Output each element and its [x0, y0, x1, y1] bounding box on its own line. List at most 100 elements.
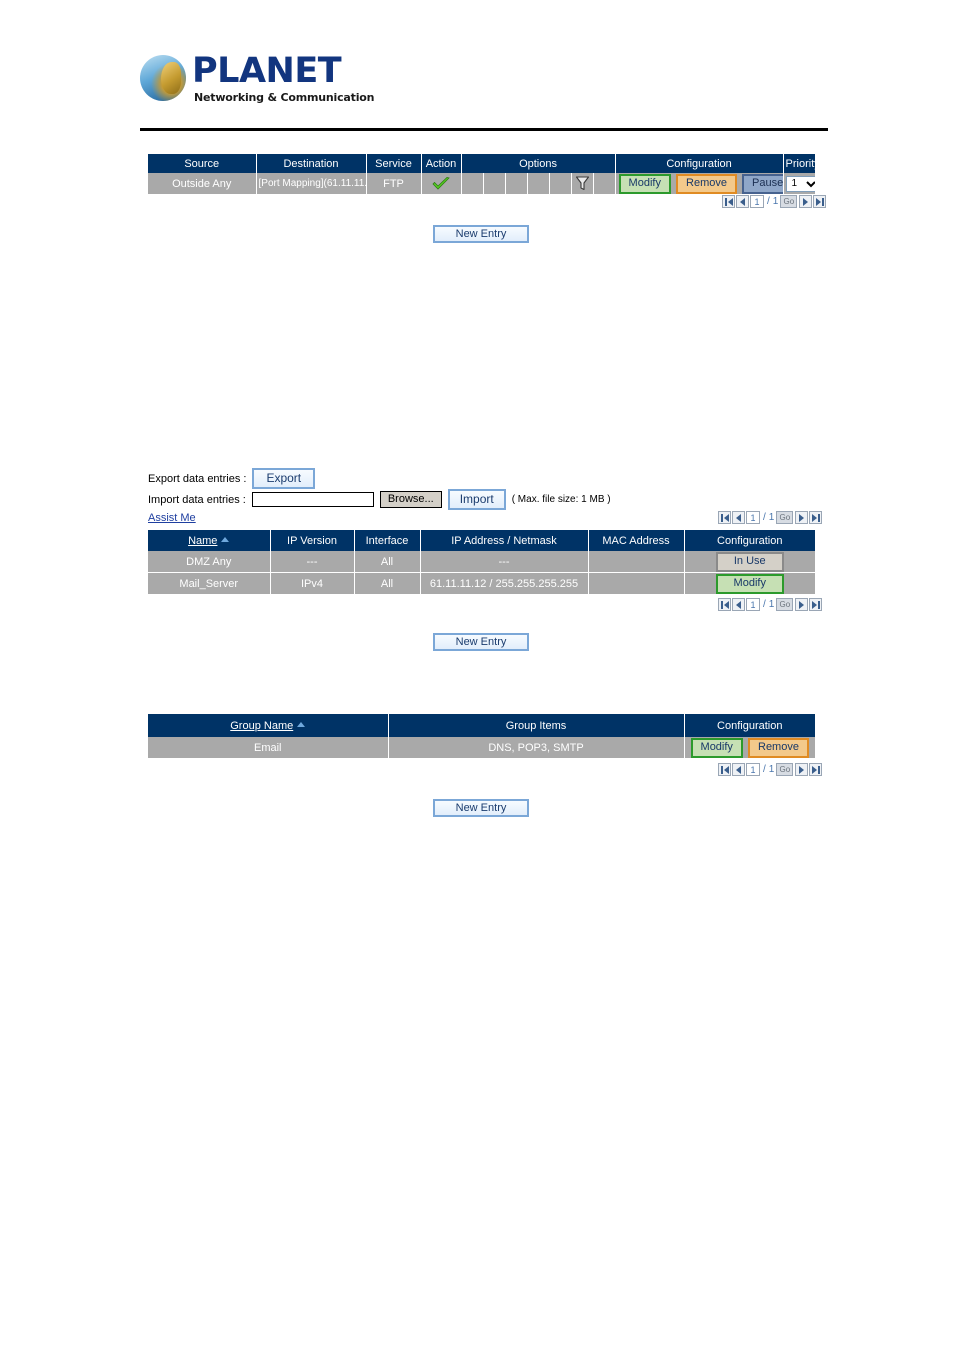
new-entry-button-policy[interactable]: New Entry [433, 225, 529, 243]
address-table-bottom-pager[interactable]: / 1 Go [718, 598, 823, 611]
address-cell-ip-version: IPv4 [270, 572, 355, 595]
new-entry-button-group[interactable]: New Entry [433, 799, 529, 817]
page-number-input[interactable] [746, 598, 760, 611]
import-label: Import data entries : [148, 493, 246, 506]
policy-table-pager[interactable]: / 1 Go [722, 195, 827, 208]
modify-button[interactable]: Modify [715, 573, 784, 594]
import-row: Import data entries : Browse... Import (… [148, 489, 611, 510]
next-page-button[interactable] [799, 195, 813, 208]
new-entry-button-address[interactable]: New Entry [433, 633, 529, 651]
address-header-interface: Interface [354, 530, 421, 551]
page-separator: / [763, 512, 766, 523]
in-use-button[interactable]: In Use [715, 551, 784, 572]
modify-button[interactable]: Modify [690, 737, 743, 758]
policy-option-cell-4 [527, 173, 550, 195]
group-table-pager[interactable]: / 1 Go [718, 763, 823, 776]
table-row: Mail_Server IPv4 All 61.11.11.12 / 255.2… [148, 572, 815, 595]
address-cell-ip-netmask: 61.11.11.12 / 255.255.255.255 [420, 572, 589, 595]
group-header-group-items: Group Items [388, 714, 685, 737]
group-table-header-row: Group Name Group Items Configuration [148, 714, 815, 737]
go-button[interactable]: Go [776, 511, 794, 524]
policy-header-configuration: Configuration [615, 154, 784, 173]
go-button[interactable]: Go [776, 763, 794, 776]
first-page-button[interactable] [722, 195, 735, 208]
address-cell-ip-netmask: --- [420, 551, 589, 573]
go-button[interactable]: Go [776, 598, 794, 611]
policy-option-cell-3 [505, 173, 528, 195]
sort-by-name[interactable]: Name [188, 535, 217, 547]
next-page-button[interactable] [795, 511, 809, 524]
previous-page-button[interactable] [732, 511, 745, 524]
address-header-name[interactable]: Name [148, 530, 271, 551]
table-row: Outside Any [Port Mapping](61.11.11.... … [148, 173, 816, 195]
policy-header-destination: Destination [256, 154, 367, 173]
address-cell-name: DMZ Any [148, 551, 271, 573]
next-page-button[interactable] [795, 598, 809, 611]
policy-cell-destination: [Port Mapping](61.11.11.... [255, 173, 367, 195]
policy-option-cell-7 [593, 173, 616, 195]
policy-table-header-row: Source Destination Service Action Option… [148, 154, 820, 173]
policy-option-cell-1 [461, 173, 484, 195]
go-button[interactable]: Go [780, 195, 798, 208]
green-check-icon [432, 176, 450, 191]
address-table-top-pager[interactable]: / 1 Go [718, 511, 823, 524]
browse-button[interactable]: Browse... [379, 491, 442, 508]
first-page-button[interactable] [718, 511, 731, 524]
total-pages-label: 1 [768, 599, 775, 610]
page-separator: / [767, 196, 770, 207]
address-header-configuration: Configuration [684, 530, 815, 551]
next-page-button[interactable] [795, 763, 809, 776]
policy-cell-priority: 1 [783, 173, 816, 195]
first-page-button[interactable] [718, 763, 731, 776]
header-divider [140, 128, 828, 131]
address-header-ip-version: IP Version [270, 530, 355, 551]
policy-cell-action [421, 173, 462, 195]
previous-page-button[interactable] [736, 195, 749, 208]
total-pages-label: 1 [768, 512, 775, 523]
last-page-button[interactable] [809, 763, 823, 776]
table-row: DMZ Any --- All --- In Use [148, 551, 815, 573]
export-label: Export data entries : [148, 472, 247, 485]
policy-header-action: Action [421, 154, 462, 173]
previous-page-button[interactable] [732, 598, 745, 611]
group-header-group-name[interactable]: Group Name [148, 714, 389, 737]
policy-header-source: Source [148, 154, 257, 173]
policy-cell-source: Outside Any [148, 173, 257, 195]
page-number-input[interactable] [746, 511, 760, 524]
address-cell-interface: All [354, 551, 421, 573]
policy-option-cell-6 [571, 173, 594, 195]
export-row: Export data entries : Export [148, 468, 316, 489]
page-number-input[interactable] [750, 195, 764, 208]
import-file-input[interactable] [251, 492, 374, 507]
sort-by-group-name[interactable]: Group Name [230, 720, 293, 732]
sort-asc-icon [221, 536, 230, 542]
group-cell-name: Email [148, 737, 389, 759]
import-button[interactable]: Import [447, 489, 506, 510]
page-number-input[interactable] [746, 763, 760, 776]
address-cell-mac-address [588, 572, 685, 595]
priority-select[interactable]: 1 [785, 175, 816, 192]
remove-button[interactable]: Remove [748, 737, 809, 758]
sort-asc-icon [297, 721, 306, 727]
planet-globe-logo-icon [140, 54, 186, 101]
remove-button[interactable]: Remove [676, 173, 737, 194]
first-page-button[interactable] [718, 598, 731, 611]
funnel-icon [575, 176, 589, 191]
modify-button[interactable]: Modify [618, 173, 671, 194]
max-file-size-note: ( Max. file size: 1 MB ) [511, 494, 611, 505]
policy-header-service: Service [366, 154, 422, 173]
pause-button[interactable]: Pause [742, 173, 783, 194]
policy-header-options: Options [461, 154, 616, 173]
previous-page-button[interactable] [732, 763, 745, 776]
last-page-button[interactable] [809, 511, 823, 524]
table-row: Email DNS, POP3, SMTP Modify Remove [148, 737, 815, 759]
assist-me-link[interactable]: Assist Me [148, 512, 196, 524]
export-button[interactable]: Export [252, 468, 316, 489]
last-page-button[interactable] [809, 598, 823, 611]
page-separator: / [763, 599, 766, 610]
last-page-button[interactable] [813, 195, 827, 208]
address-header-ip-netmask: IP Address / Netmask [420, 530, 589, 551]
policy-option-cell-2 [483, 173, 506, 195]
total-pages-label: 1 [772, 196, 779, 207]
address-header-mac-address: MAC Address [588, 530, 685, 551]
